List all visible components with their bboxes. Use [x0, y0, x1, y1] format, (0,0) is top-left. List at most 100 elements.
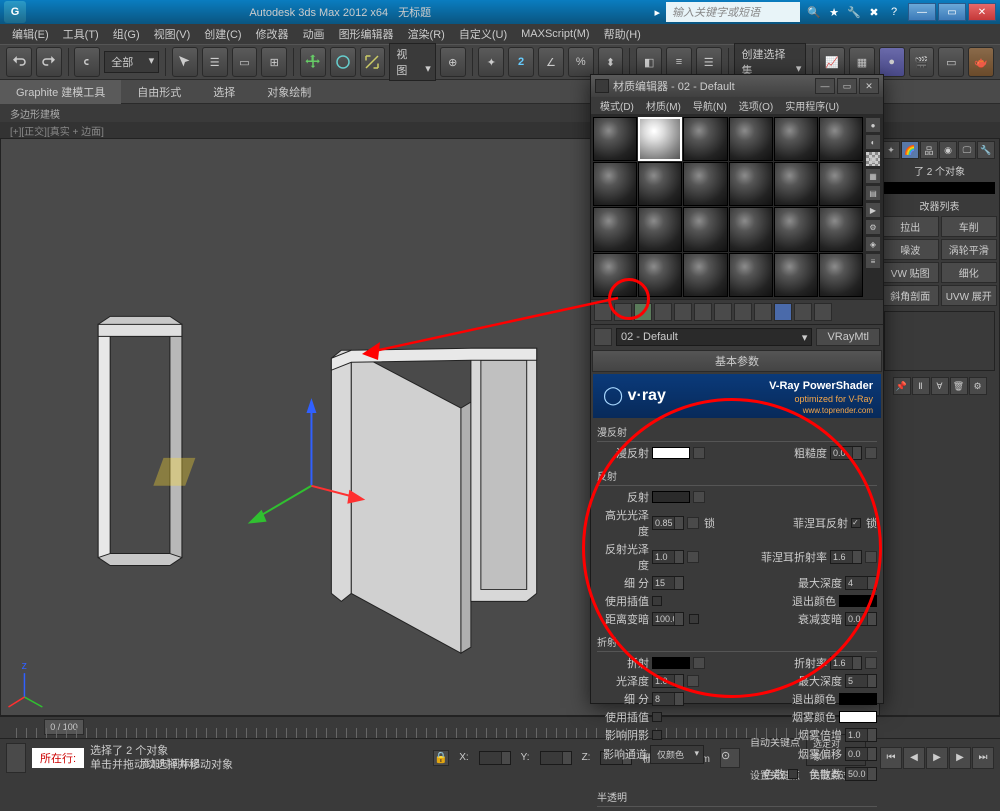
- material-slot[interactable]: [683, 117, 727, 161]
- diffuse-map-button[interactable]: [693, 447, 705, 459]
- ribbon-tab-paint[interactable]: 对象绘制: [251, 80, 327, 104]
- mod-unwrap-button[interactable]: UVW 展开: [941, 285, 998, 306]
- unique-icon[interactable]: ∀: [931, 377, 949, 395]
- material-slot[interactable]: [774, 162, 818, 206]
- affect-shadows-checkbox[interactable]: [652, 730, 662, 740]
- play-button[interactable]: ▶: [926, 747, 948, 769]
- menu-customize[interactable]: 自定义(U): [453, 24, 513, 44]
- schematic-button[interactable]: ▦: [849, 47, 875, 77]
- material-slot[interactable]: [729, 162, 773, 206]
- timetag-label[interactable]: 添加时间标记: [140, 755, 200, 770]
- manipulate-button[interactable]: ✦: [478, 47, 504, 77]
- reset-map-button[interactable]: [654, 303, 672, 321]
- app-logo[interactable]: G: [4, 1, 26, 23]
- render-setup-button[interactable]: 🎬: [909, 47, 935, 77]
- material-slot[interactable]: [729, 253, 773, 297]
- mod-noise-button[interactable]: 噪波: [882, 239, 939, 260]
- coord-x-value[interactable]: [479, 751, 511, 765]
- hilight-gloss-spinner[interactable]: 0.85: [652, 516, 684, 530]
- dim-falloff-spinner[interactable]: 0.0: [845, 612, 877, 626]
- link-button[interactable]: [74, 47, 100, 77]
- move-button[interactable]: [300, 47, 326, 77]
- mod-bevel-button[interactable]: 斜角剖面: [882, 285, 939, 306]
- prev-frame-button[interactable]: ◀: [903, 747, 925, 769]
- refract-gloss-spinner[interactable]: 1.0: [652, 674, 684, 688]
- curve-editor-button[interactable]: 📈: [819, 47, 845, 77]
- sample-uv-icon[interactable]: ▦: [865, 168, 881, 184]
- material-slot[interactable]: [819, 117, 863, 161]
- minimize-button[interactable]: —: [908, 3, 936, 21]
- snap-angle-button[interactable]: ∠: [538, 47, 564, 77]
- snap-2d-button[interactable]: 2: [508, 47, 534, 77]
- menu-animation[interactable]: 动画: [297, 24, 331, 44]
- abbe-spinner[interactable]: 50.0: [845, 767, 877, 781]
- dispersion-checkbox[interactable]: [788, 769, 798, 779]
- select-button[interactable]: [172, 47, 198, 77]
- show-end-button[interactable]: [774, 303, 792, 321]
- utilities-tab-icon[interactable]: 🔧: [977, 141, 995, 159]
- refl-gloss-map[interactable]: [687, 551, 699, 563]
- mateditor-sysicon[interactable]: [595, 79, 609, 93]
- exchange-icon[interactable]: ✖: [866, 4, 882, 20]
- menu-modifiers[interactable]: 修改器: [250, 24, 295, 44]
- refl-maxdepth-spinner[interactable]: 4: [845, 576, 877, 590]
- coord-y-value[interactable]: [540, 751, 572, 765]
- scale-button[interactable]: [360, 47, 386, 77]
- restore-button[interactable]: ▭: [938, 3, 966, 21]
- refract-subdiv-spinner[interactable]: 8: [652, 692, 684, 706]
- menu-grapheditors[interactable]: 图形编辑器: [333, 24, 400, 44]
- material-slot[interactable]: [729, 117, 773, 161]
- backlight-icon[interactable]: ◐: [865, 134, 881, 150]
- mateditor-titlebar[interactable]: 材质编辑器 - 02 - Default —▭✕: [591, 75, 883, 97]
- spinner-snap-button[interactable]: ⬍: [598, 47, 624, 77]
- select-by-mtl-icon[interactable]: ◈: [865, 236, 881, 252]
- align-button[interactable]: ≡: [666, 47, 692, 77]
- ribbon-tab-selection[interactable]: 选择: [197, 80, 251, 104]
- material-type-button[interactable]: VRayMtl: [816, 328, 880, 346]
- pivot-button[interactable]: ⊕: [440, 47, 466, 77]
- roughness-spinner[interactable]: 0.0: [830, 446, 862, 460]
- material-slot[interactable]: [683, 253, 727, 297]
- menu-tools[interactable]: 工具(T): [57, 24, 105, 44]
- fresnel-ior-map[interactable]: [865, 551, 877, 563]
- window-crossing-button[interactable]: ⊞: [261, 47, 287, 77]
- material-slot[interactable]: [819, 162, 863, 206]
- menu-views[interactable]: 视图(V): [148, 24, 197, 44]
- next-frame-button[interactable]: ▶: [949, 747, 971, 769]
- refract-map-button[interactable]: [693, 657, 705, 669]
- assign-to-selection-button[interactable]: [634, 303, 652, 321]
- refl-exit-swatch[interactable]: [839, 595, 877, 607]
- go-sibling-button[interactable]: [814, 303, 832, 321]
- snap-percent-button[interactable]: %: [568, 47, 594, 77]
- mod-extrude-button[interactable]: 拉出: [882, 216, 939, 237]
- material-id-button[interactable]: [734, 303, 752, 321]
- remove-mod-icon[interactable]: 🗑: [950, 377, 968, 395]
- rotate-button[interactable]: [330, 47, 356, 77]
- material-slot[interactable]: [683, 162, 727, 206]
- material-slot[interactable]: [593, 162, 637, 206]
- material-slot[interactable]: [683, 207, 727, 251]
- roughness-map-button[interactable]: [865, 447, 877, 459]
- layer-button[interactable]: ☰: [696, 47, 722, 77]
- refract-maxdepth-spinner[interactable]: 5: [845, 674, 877, 688]
- display-tab-icon[interactable]: 🖵: [958, 141, 976, 159]
- mateditor-close-button[interactable]: ✕: [859, 78, 879, 94]
- close-button[interactable]: ✕: [968, 3, 996, 21]
- pin-stack-icon[interactable]: 📌: [893, 377, 911, 395]
- fresnel-checkbox[interactable]: [851, 518, 861, 528]
- fresnel-ior-spinner[interactable]: 1.6: [830, 550, 862, 564]
- material-slot[interactable]: [774, 117, 818, 161]
- mtl-map-nav-icon[interactable]: ≡: [865, 253, 881, 269]
- mateditor-min-button[interactable]: —: [815, 78, 835, 94]
- material-slot[interactable]: [819, 253, 863, 297]
- material-slot[interactable]: [593, 117, 637, 161]
- get-material-button[interactable]: [594, 303, 612, 321]
- maxscript-mini-icon[interactable]: [6, 743, 26, 773]
- refl-interp-checkbox[interactable]: [652, 596, 662, 606]
- favorite-icon[interactable]: ★: [826, 4, 842, 20]
- show-map-button[interactable]: [754, 303, 772, 321]
- preview-icon[interactable]: ▶: [865, 202, 881, 218]
- refract-interp-checkbox[interactable]: [652, 712, 662, 722]
- goto-start-button[interactable]: ⏮: [880, 747, 902, 769]
- material-slot[interactable]: [638, 253, 682, 297]
